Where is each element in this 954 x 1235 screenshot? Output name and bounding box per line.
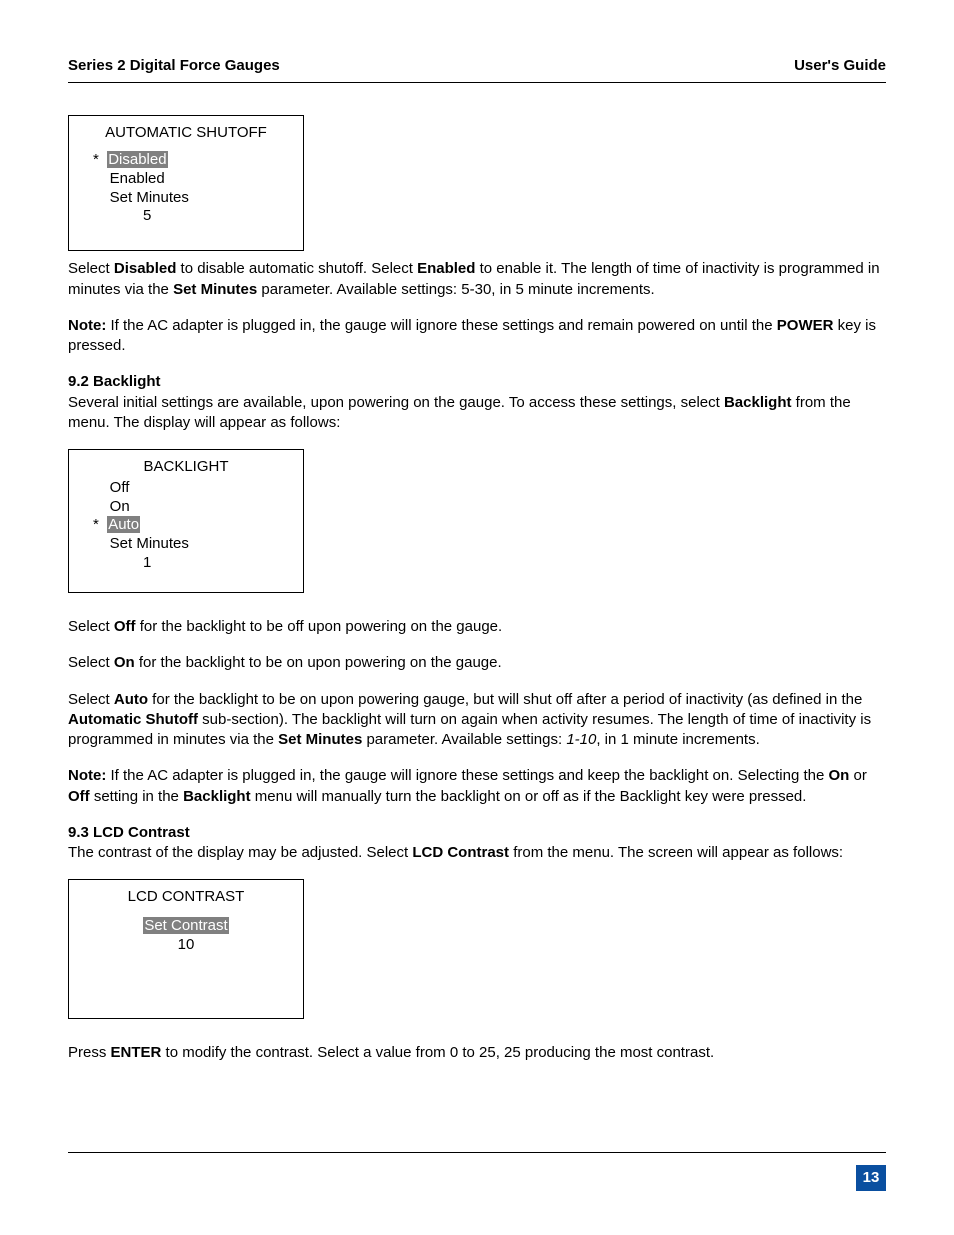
lcd-row-auto: * Auto bbox=[93, 516, 291, 535]
lcd-row-setmin: Set Minutes bbox=[93, 535, 291, 554]
para-select-auto: Select Auto for the backlight to be on u… bbox=[68, 690, 886, 751]
lcd-backlight: BACKLIGHT Off On * Auto Set Minutes 1 bbox=[68, 449, 304, 593]
para-disable-enable: Select Disabled to disable automatic shu… bbox=[68, 259, 886, 300]
lcd-row-off: Off bbox=[93, 479, 291, 498]
lcd-row-enabled: Enabled bbox=[93, 170, 291, 189]
lcd-contrast: LCD CONTRAST Set Contrast 10 bbox=[68, 879, 304, 1019]
lcd-selected: Disabled bbox=[107, 151, 167, 168]
lcd-selected: Auto bbox=[107, 516, 140, 533]
lcd-row-val: 1 bbox=[93, 554, 291, 573]
para-note-backlight: Note: If the AC adapter is plugged in, t… bbox=[68, 766, 886, 807]
header-left: Series 2 Digital Force Gauges bbox=[68, 56, 280, 76]
para-note-ac: Note: If the AC adapter is plugged in, t… bbox=[68, 316, 886, 357]
footer-rule bbox=[68, 1152, 886, 1153]
page-header: Series 2 Digital Force Gauges User's Gui… bbox=[68, 56, 886, 83]
lcd-row-disabled: * Disabled bbox=[93, 151, 291, 170]
para-press-enter: Press ENTER to modify the contrast. Sele… bbox=[68, 1043, 886, 1063]
section-9-3-text: The contrast of the display may be adjus… bbox=[68, 843, 886, 863]
page-number: 13 bbox=[856, 1165, 886, 1191]
lcd-row-val: 10 bbox=[81, 936, 291, 955]
header-right: User's Guide bbox=[794, 56, 886, 76]
lcd-row-on: On bbox=[93, 498, 291, 517]
section-9-2-text: Several initial settings are available, … bbox=[68, 393, 886, 434]
section-9-2-head: 9.2 Backlight bbox=[68, 372, 886, 392]
para-select-on: Select On for the backlight to be on upo… bbox=[68, 653, 886, 673]
lcd-row-setcontrast: Set Contrast bbox=[81, 917, 291, 936]
section-9-3-head: 9.3 LCD Contrast bbox=[68, 823, 886, 843]
lcd-row-val: 5 bbox=[93, 207, 291, 226]
lcd-title: LCD CONTRAST bbox=[81, 888, 291, 907]
lcd-title: AUTOMATIC SHUTOFF bbox=[81, 124, 291, 143]
lcd-selected: Set Contrast bbox=[143, 917, 228, 934]
lcd-automatic-shutoff: AUTOMATIC SHUTOFF * Disabled Enabled Set… bbox=[68, 115, 304, 251]
para-select-off: Select Off for the backlight to be off u… bbox=[68, 617, 886, 637]
lcd-title: BACKLIGHT bbox=[81, 458, 291, 477]
lcd-row-setmin: Set Minutes bbox=[93, 189, 291, 208]
